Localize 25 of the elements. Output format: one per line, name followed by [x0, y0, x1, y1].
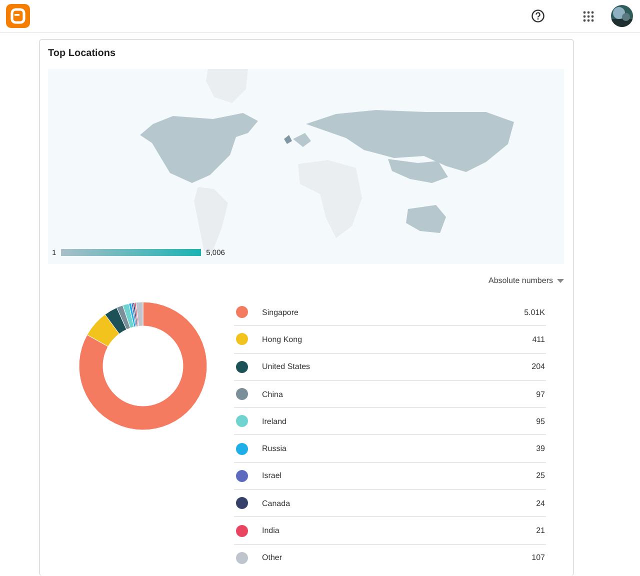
metric-dropdown[interactable]: Absolute numbers: [488, 276, 564, 285]
caret-icon: [557, 278, 564, 282]
visit-count: 97: [536, 390, 545, 399]
country-name: Canada: [262, 498, 292, 508]
country-name: Russia: [262, 444, 288, 454]
visit-count: 204: [532, 362, 545, 372]
visit-count: 24: [536, 498, 545, 508]
visit-count: 21: [536, 526, 545, 536]
logo-icon[interactable]: [6, 4, 30, 28]
country-name: India: [262, 526, 280, 536]
country-name: Singapore: [262, 308, 300, 317]
country-name: Hong Kong: [262, 334, 304, 344]
visit-count: 411: [532, 334, 545, 344]
visit-count: 5.01K: [524, 308, 545, 317]
visit-count: 39: [536, 444, 545, 454]
card-title: Top Locations: [48, 48, 117, 59]
country-name: United States: [262, 362, 312, 372]
visit-count: 107: [532, 553, 545, 562]
country-name: Ireland: [262, 416, 288, 426]
visit-count: 25: [536, 471, 545, 480]
country-name: China: [262, 390, 284, 399]
country-name: Other: [262, 553, 284, 562]
country-name: Israel: [262, 471, 283, 480]
visit-count: 95: [536, 416, 545, 426]
avatar-icon[interactable]: [610, 4, 634, 28]
